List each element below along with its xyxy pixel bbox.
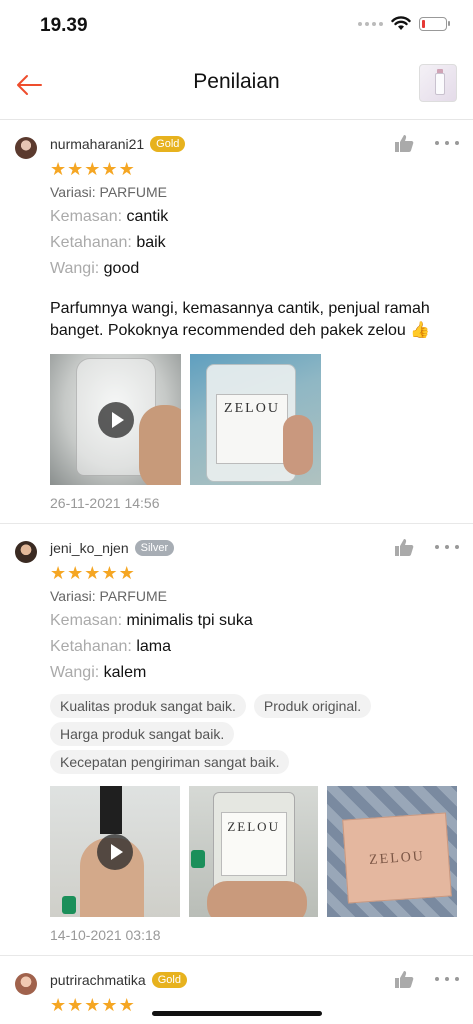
bottle-cap-image	[62, 896, 76, 914]
product-label: ZELOU	[216, 394, 288, 464]
attribute-kemasan: Kemasan: minimalis tpi suka	[50, 612, 457, 630]
hand-image	[139, 405, 181, 485]
attribute-label: Kemasan:	[50, 612, 123, 629]
review-item: nurmaharani21 Gold ★ ★ ★ ★ ★ Variasi: PA…	[0, 120, 473, 524]
star-icon: ★	[118, 563, 135, 583]
review-photo[interactable]: ZELOU	[327, 786, 458, 917]
package-brand-text: ZELOU	[368, 849, 426, 868]
bottle-image	[100, 786, 122, 834]
attribute-wangi: Wangi: kalem	[50, 664, 457, 682]
product-thumbnail[interactable]	[419, 64, 457, 102]
attribute-label: Wangi:	[50, 260, 100, 277]
star-icon: ★	[101, 563, 118, 583]
review-video[interactable]	[50, 786, 180, 917]
star-icon: ★	[101, 159, 118, 179]
header: Penilaian	[0, 52, 473, 120]
thumbs-up-icon[interactable]	[393, 968, 415, 990]
status-badge: Gold	[150, 136, 186, 152]
status-time: 19.39	[40, 15, 88, 36]
variation-label: Variasi: PARFUME	[50, 588, 167, 604]
thumbnail-bottle	[435, 73, 445, 95]
attribute-label: Ketahanan:	[50, 638, 132, 655]
star-icon: ★	[50, 159, 67, 179]
username[interactable]: nurmaharani21	[50, 136, 144, 152]
star-icon: ★	[67, 563, 84, 583]
bottle-cap-image	[190, 850, 205, 868]
play-icon[interactable]	[97, 401, 134, 438]
more-options-icon[interactable]	[435, 536, 459, 558]
star-icon: ★	[84, 563, 101, 583]
review-item: putrirachmatika Gold ★ ★ ★ ★ ★	[0, 956, 473, 1016]
play-icon[interactable]	[96, 833, 133, 870]
review-date: 26-11-2021 14:56	[50, 495, 160, 511]
avatar[interactable]	[15, 541, 37, 563]
status-bar: 19.39	[0, 0, 473, 52]
attribute-ketahanan: Ketahanan: lama	[50, 638, 457, 656]
review-comment: Parfumnya wangi, kemasannya cantik, penj…	[50, 300, 431, 339]
package-box-image: ZELOU	[342, 812, 453, 904]
review-tag: Harga produk sangat baik.	[50, 722, 235, 746]
avatar[interactable]	[15, 973, 37, 995]
rating-stars: ★ ★ ★ ★ ★	[50, 562, 457, 584]
star-icon: ★	[50, 563, 67, 583]
username[interactable]: putrirachmatika	[50, 972, 146, 988]
username[interactable]: jeni_ko_njen	[50, 540, 129, 556]
avatar[interactable]	[15, 137, 37, 159]
hand-image	[206, 881, 307, 917]
star-icon: ★	[101, 995, 118, 1015]
status-icons	[358, 16, 450, 31]
home-indicator[interactable]	[152, 1011, 322, 1016]
thumbs-up-icon[interactable]	[393, 536, 415, 558]
attribute-label: Ketahanan:	[50, 234, 132, 251]
status-badge: Gold	[151, 972, 187, 988]
star-icon: ★	[50, 995, 67, 1015]
wifi-icon	[391, 16, 411, 30]
star-icon: ★	[67, 995, 84, 1015]
review-item: jeni_ko_njen Silver ★ ★ ★ ★ ★ Variasi: P…	[0, 524, 473, 956]
attribute-kemasan: Kemasan: cantik	[50, 208, 457, 226]
attribute-value: cantik	[126, 208, 169, 225]
thumbs-up-icon[interactable]	[393, 132, 415, 154]
more-options-icon[interactable]	[435, 968, 459, 990]
attribute-wangi: Wangi: good	[50, 260, 457, 278]
product-label: ZELOU	[220, 812, 287, 876]
review-tag: Produk original.	[253, 694, 372, 718]
attribute-label: Kemasan:	[50, 208, 123, 225]
star-icon: ★	[118, 159, 135, 179]
more-options-icon[interactable]	[435, 132, 459, 154]
attribute-label: Wangi:	[50, 664, 100, 681]
star-icon: ★	[84, 159, 101, 179]
battery-level	[422, 19, 425, 28]
variation-label: Variasi: PARFUME	[50, 184, 167, 200]
review-date: 14-10-2021 03:18	[50, 927, 161, 943]
attribute-value: kalem	[103, 664, 147, 681]
review-photo[interactable]: ZELOU	[190, 354, 321, 485]
attribute-value: good	[103, 260, 140, 277]
review-video[interactable]	[50, 354, 181, 485]
battery-icon	[419, 16, 450, 31]
hand-image	[283, 415, 313, 475]
review-media: ZELOU	[50, 354, 457, 485]
review-tag: Kecepatan pengiriman sangat baik.	[50, 750, 290, 774]
signal-icon	[358, 21, 383, 26]
review-tags: Kualitas produk sangat baik. Produk orig…	[50, 694, 457, 774]
star-icon: ★	[118, 995, 135, 1015]
rating-stars: ★ ★ ★ ★ ★	[50, 158, 457, 180]
attribute-ketahanan: Ketahanan: baik	[50, 234, 457, 252]
attribute-value: baik	[136, 234, 166, 251]
status-badge: Silver	[134, 540, 175, 556]
star-icon: ★	[67, 159, 84, 179]
attribute-value: lama	[136, 638, 171, 655]
review-photo[interactable]: ZELOU	[188, 786, 319, 917]
page-title: Penilaian	[193, 70, 280, 93]
star-icon: ★	[84, 995, 101, 1015]
attribute-value: minimalis tpi suka	[126, 612, 253, 629]
review-media: ZELOU ZELOU	[50, 786, 458, 917]
review-tag: Kualitas produk sangat baik.	[50, 694, 246, 718]
